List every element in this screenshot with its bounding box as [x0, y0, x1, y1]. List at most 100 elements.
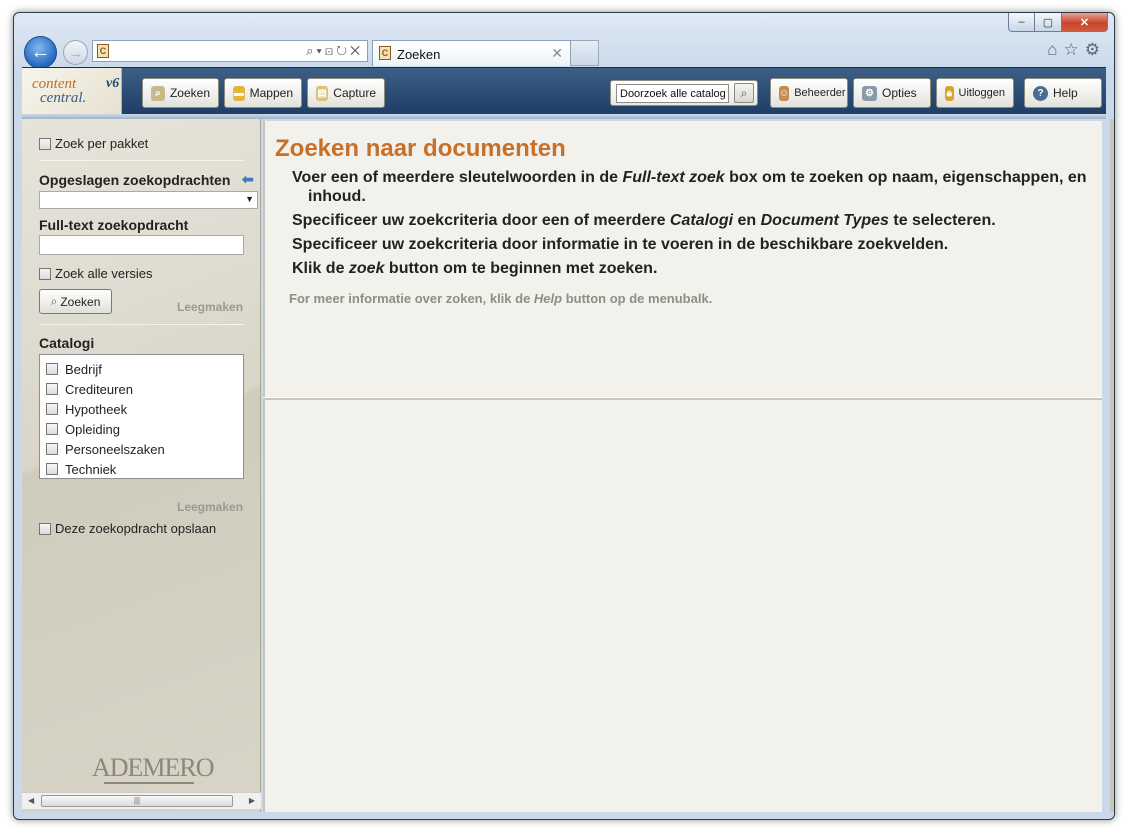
- save-search-option[interactable]: Deze zoekopdracht opslaan: [39, 521, 216, 536]
- zoek-per-pakket-checkbox[interactable]: [39, 137, 51, 150]
- app-header: content central. v6 ⌕ Zoeken ▬ Mappen ▤ …: [22, 67, 1106, 119]
- beheerder-label: Beheerder: [794, 87, 846, 99]
- instr-text: te selecteren.: [888, 212, 996, 229]
- help-button[interactable]: ? Help: [1024, 78, 1102, 108]
- catalog-checkbox[interactable]: [46, 443, 58, 455]
- right-frame-edge: [1110, 119, 1114, 812]
- search-icon: ⌕: [740, 85, 748, 100]
- catalog-item[interactable]: Bedrijf: [40, 359, 243, 379]
- collapse-arrow-icon[interactable]: ⬅: [242, 171, 254, 188]
- zoeken-button-label: Zoeken: [60, 294, 101, 309]
- search-sidebar: Zoek per pakket Opgeslagen zoekopdrachte…: [22, 119, 261, 812]
- capture-menu-button[interactable]: ▤ Capture: [307, 78, 385, 108]
- catalog-checkbox[interactable]: [46, 403, 58, 415]
- global-search-button[interactable]: ⌕: [734, 83, 754, 103]
- favorites-star-icon[interactable]: ☆: [1064, 40, 1085, 59]
- instruction-line-2: Specificeer uw zoekcriteria door een of …: [292, 211, 1092, 230]
- zoek-per-pakket-label: Zoek per pakket: [55, 136, 149, 151]
- refresh-icon[interactable]: ↻: [336, 43, 350, 58]
- search-icon[interactable]: ⌕: [306, 43, 316, 58]
- catalogi-title: Catalogi: [39, 335, 95, 351]
- catalog-item[interactable]: Crediteuren: [40, 379, 243, 399]
- catalog-checkbox[interactable]: [46, 463, 58, 475]
- help-info-text: For meer informatie over zoken, klik de …: [289, 291, 712, 306]
- minimize-button[interactable]: –: [1008, 13, 1035, 32]
- tab-title: Zoeken: [397, 47, 441, 62]
- dropdown-icon[interactable]: ▾: [316, 43, 324, 58]
- leegmaken-catalogi-link[interactable]: Leegmaken: [177, 500, 243, 514]
- catalog-checkbox[interactable]: [46, 383, 58, 395]
- zoeken-menu-button[interactable]: ⌕ Zoeken: [142, 78, 219, 108]
- zoek-per-pakket-option[interactable]: Zoek per pakket: [39, 136, 148, 151]
- browser-window: – ▢ ✕ ← → C ⌕▾⊡↻✕ C Zoeken ✕ ⌂☆⚙ content…: [13, 12, 1115, 820]
- opties-label: Opties: [882, 86, 917, 100]
- opties-button[interactable]: ⚙ Opties: [853, 78, 931, 108]
- instr-text: en: [733, 212, 761, 229]
- catalogi-list: Bedrijf Crediteuren Hypotheek Opleiding …: [39, 354, 244, 479]
- info-text: button op de menubalk.: [562, 291, 713, 306]
- zoeken-button[interactable]: ⌕ Zoeken: [39, 289, 112, 314]
- leegmaken-link[interactable]: Leegmaken: [177, 300, 243, 314]
- uitloggen-button[interactable]: 🔒︎ Uitloggen: [936, 78, 1014, 108]
- tab-favicon-icon: C: [379, 46, 391, 60]
- address-bar[interactable]: C ⌕▾⊡↻✕: [92, 40, 368, 62]
- divider: [39, 160, 244, 161]
- save-search-label: Deze zoekopdracht opslaan: [55, 521, 217, 536]
- content-central-logo[interactable]: content central. v6: [22, 68, 122, 115]
- catalog-checkbox[interactable]: [46, 423, 58, 435]
- save-search-checkbox[interactable]: [39, 522, 51, 535]
- catalog-item[interactable]: Opleiding: [40, 419, 243, 439]
- zoek-alle-versies-option[interactable]: Zoek alle versies: [39, 266, 153, 281]
- back-button[interactable]: ←: [24, 36, 57, 69]
- saved-searches-title: Opgeslagen zoekopdrachten: [39, 172, 231, 188]
- scroll-right-icon[interactable]: ▶: [249, 796, 255, 805]
- home-icon[interactable]: ⌂: [1047, 40, 1063, 59]
- maximize-button[interactable]: ▢: [1035, 13, 1062, 32]
- compatibility-icon[interactable]: ⊡: [325, 43, 336, 58]
- stop-icon[interactable]: ✕: [350, 43, 363, 58]
- catalog-label: Crediteuren: [65, 381, 133, 397]
- logo-line1: content: [32, 76, 77, 92]
- scrollbar-thumb[interactable]: |||: [41, 795, 233, 807]
- page-title: Zoeken naar documenten: [275, 135, 566, 162]
- global-search-input[interactable]: [616, 84, 729, 103]
- close-window-button[interactable]: ✕: [1062, 13, 1108, 32]
- settings-gear-icon[interactable]: ⚙: [1085, 40, 1106, 59]
- sidebar-horizontal-scrollbar[interactable]: ◀ ||| ▶: [22, 792, 261, 809]
- options-gear-icon: ⚙: [862, 85, 877, 101]
- instr-emphasis: Document Types: [760, 212, 889, 229]
- fulltext-title: Full-text zoekopdracht: [39, 217, 189, 233]
- catalog-label: Personeelszaken: [65, 441, 165, 457]
- catalog-item[interactable]: Personeelszaken: [40, 439, 243, 459]
- instr-emphasis: Catalogi: [669, 212, 734, 229]
- catalog-item[interactable]: Techniek: [40, 459, 243, 479]
- fulltext-search-input[interactable]: [39, 235, 244, 255]
- saved-searches-select[interactable]: ▼: [39, 191, 258, 209]
- zoeken-menu-label: Zoeken: [169, 86, 210, 100]
- instr-emphasis: Full-text zoek: [622, 169, 725, 186]
- logo-text: content central.: [32, 76, 86, 106]
- capture-document-icon: ▤: [316, 85, 329, 101]
- instruction-line-3: Specificeer uw zoekcriteria door informa…: [292, 236, 949, 253]
- catalog-label: Bedrijf: [65, 361, 102, 377]
- zoek-alle-versies-checkbox[interactable]: [39, 267, 51, 280]
- tab-close-icon[interactable]: ✕: [551, 45, 563, 62]
- scroll-left-icon[interactable]: ◀: [28, 796, 34, 805]
- back-arrow-icon: ←: [30, 41, 51, 63]
- catalog-checkbox[interactable]: [46, 363, 58, 375]
- forward-button[interactable]: →: [63, 40, 88, 65]
- browser-tab[interactable]: C Zoeken ✕: [372, 40, 571, 66]
- new-tab-button[interactable]: [571, 40, 599, 66]
- forward-arrow-icon: →: [68, 44, 83, 61]
- catalog-label: Hypotheek: [65, 401, 128, 417]
- catalog-label: Opleiding: [65, 421, 120, 437]
- uitloggen-label: Uitloggen: [958, 87, 1005, 99]
- global-search: ⌕: [610, 80, 758, 106]
- help-label: Help: [1053, 86, 1078, 100]
- beheerder-button[interactable]: ☺ Beheerder: [770, 78, 848, 108]
- browser-icons: ⌂☆⚙: [1047, 40, 1106, 60]
- help-question-icon: ?: [1033, 85, 1048, 101]
- window-controls: – ▢ ✕: [1008, 13, 1108, 32]
- catalog-item[interactable]: Hypotheek: [40, 399, 243, 419]
- mappen-menu-button[interactable]: ▬ Mappen: [224, 78, 302, 108]
